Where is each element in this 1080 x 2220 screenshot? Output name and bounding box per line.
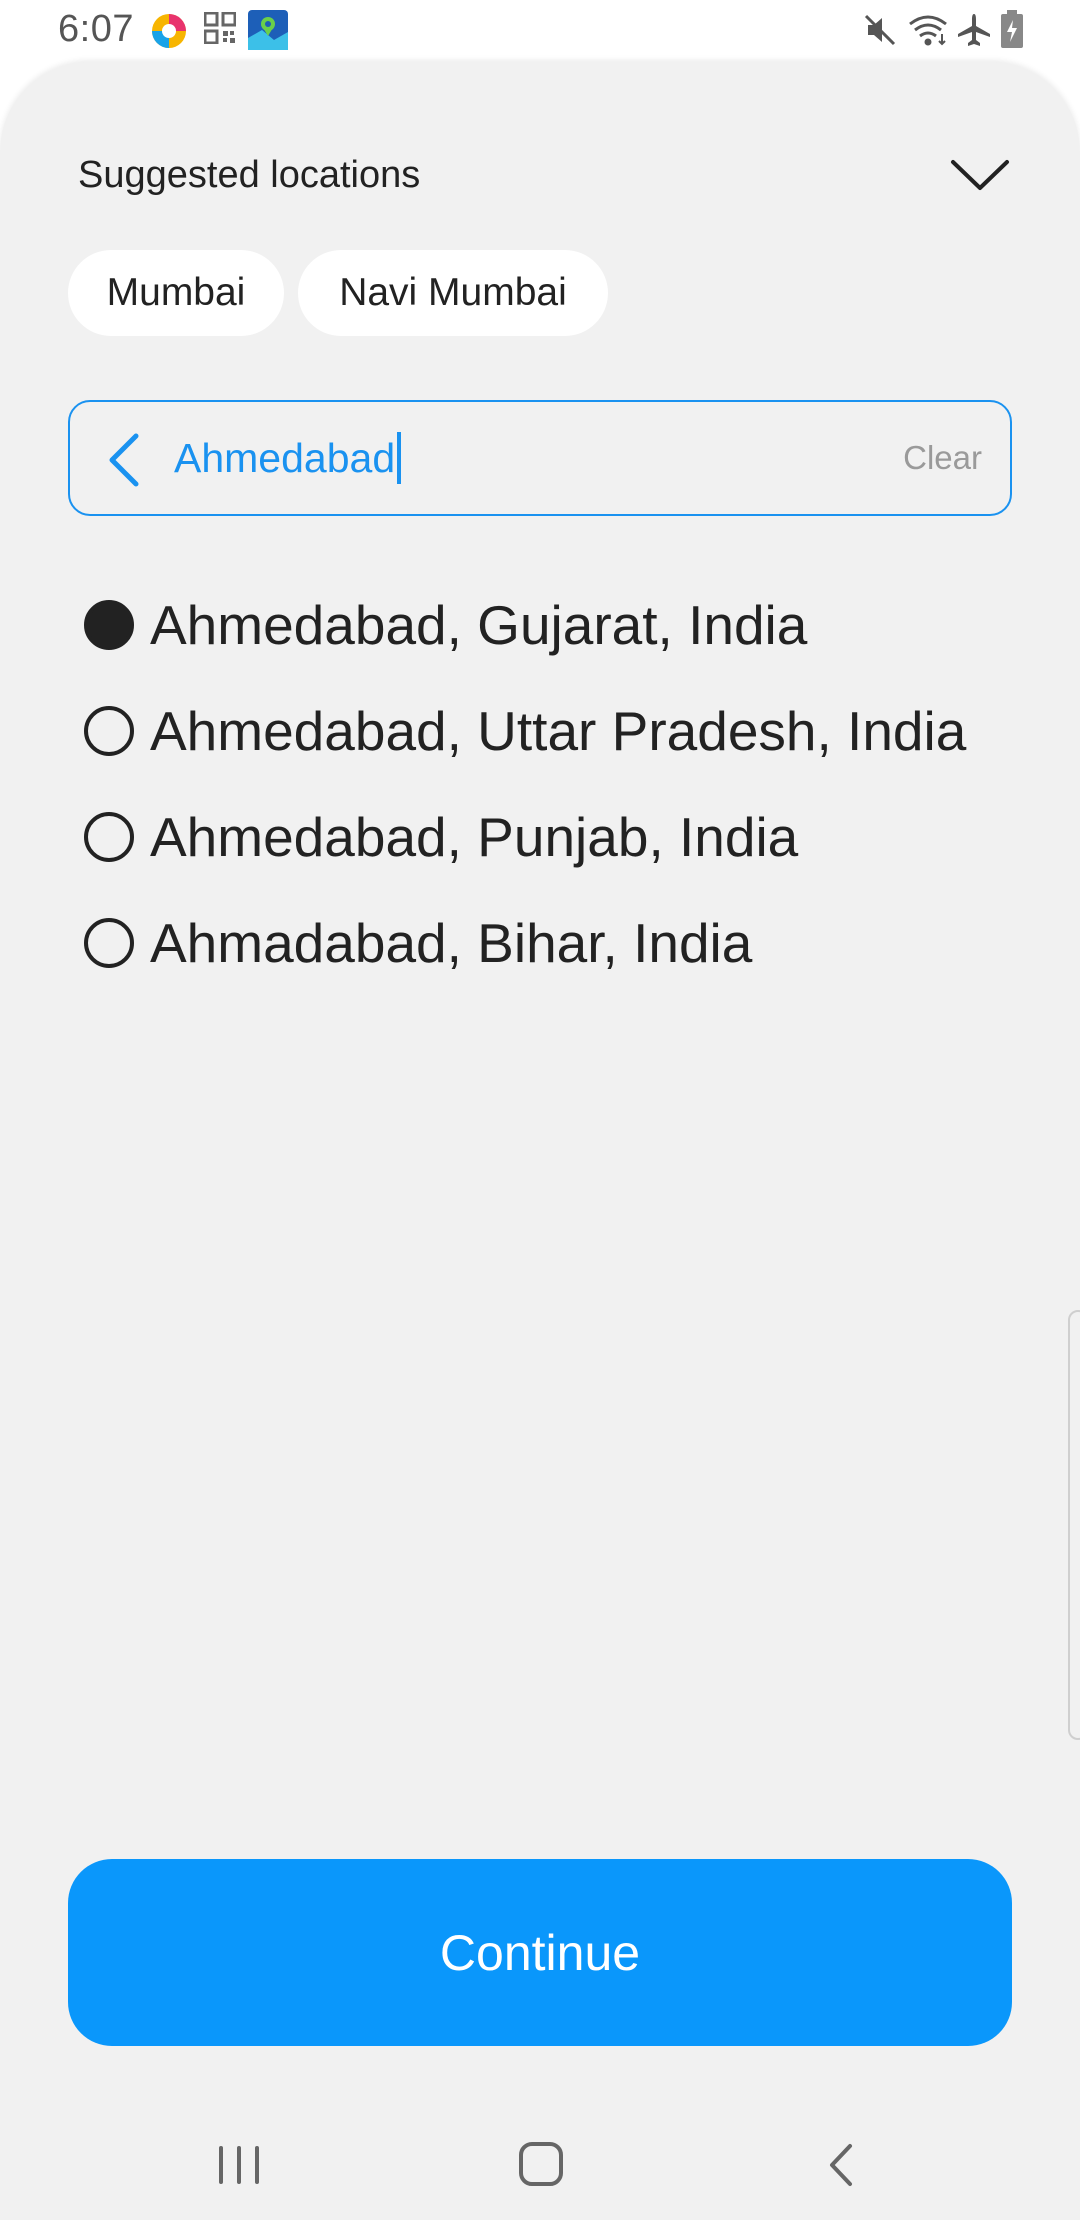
location-option[interactable]: Ahmedabad, Gujarat, India	[84, 585, 1024, 665]
radio-unselected-icon	[84, 918, 134, 968]
radio-selected-icon	[84, 600, 134, 650]
suggestion-chip-navi-mumbai[interactable]: Navi Mumbai	[298, 250, 608, 336]
battery-icon	[1000, 10, 1024, 55]
location-option-label: Ahmedabad, Gujarat, India	[150, 594, 808, 656]
text-caret	[397, 432, 402, 484]
home-button[interactable]	[506, 2130, 576, 2200]
search-input[interactable]: Ahmedabad	[174, 402, 402, 514]
recents-button[interactable]	[205, 2130, 275, 2200]
continue-button[interactable]: Continue	[68, 1859, 1012, 2046]
location-sheet: Suggested locations Mumbai Navi Mumbai A…	[0, 62, 1080, 2220]
sheet-title: Suggested locations	[78, 154, 421, 196]
chevron-left-icon	[100, 433, 150, 492]
recents-icon	[205, 2146, 275, 2204]
search-input-value: Ahmedabad	[174, 434, 396, 481]
radio-unselected-icon	[84, 706, 134, 756]
location-option-label: Ahmedabad, Punjab, India	[150, 806, 799, 868]
search-box: Ahmedabad Clear	[68, 400, 1012, 516]
suggestion-chip-mumbai[interactable]: Mumbai	[68, 250, 284, 336]
clear-button[interactable]: Clear	[903, 402, 982, 514]
mute-icon	[862, 12, 898, 53]
qr-code-icon	[203, 11, 237, 49]
location-option[interactable]: Ahmadabad, Bihar, India	[84, 903, 1024, 983]
status-time: 6:07	[58, 8, 134, 50]
collapse-button[interactable]	[945, 150, 1015, 200]
maps-app-icon	[248, 10, 288, 55]
app-round-icon	[150, 12, 188, 55]
status-bar: 6:07	[0, 0, 1080, 62]
navigation-bar	[0, 2090, 1080, 2220]
wifi-icon	[906, 12, 950, 53]
back-button[interactable]	[808, 2130, 878, 2200]
edge-panel-handle[interactable]	[1068, 1310, 1080, 1740]
location-option-label: Ahmadabad, Bihar, India	[150, 912, 753, 974]
home-icon	[506, 2142, 576, 2204]
location-option[interactable]: Ahmedabad, Punjab, India	[84, 797, 1024, 877]
location-option[interactable]: Ahmedabad, Uttar Pradesh, India	[84, 691, 1024, 771]
search-back-button[interactable]	[100, 432, 150, 488]
radio-unselected-icon	[84, 812, 134, 862]
location-option-label: Ahmedabad, Uttar Pradesh, India	[150, 700, 967, 762]
airplane-icon	[956, 12, 992, 53]
back-icon	[808, 2144, 878, 2204]
chevron-down-icon	[945, 160, 1015, 204]
